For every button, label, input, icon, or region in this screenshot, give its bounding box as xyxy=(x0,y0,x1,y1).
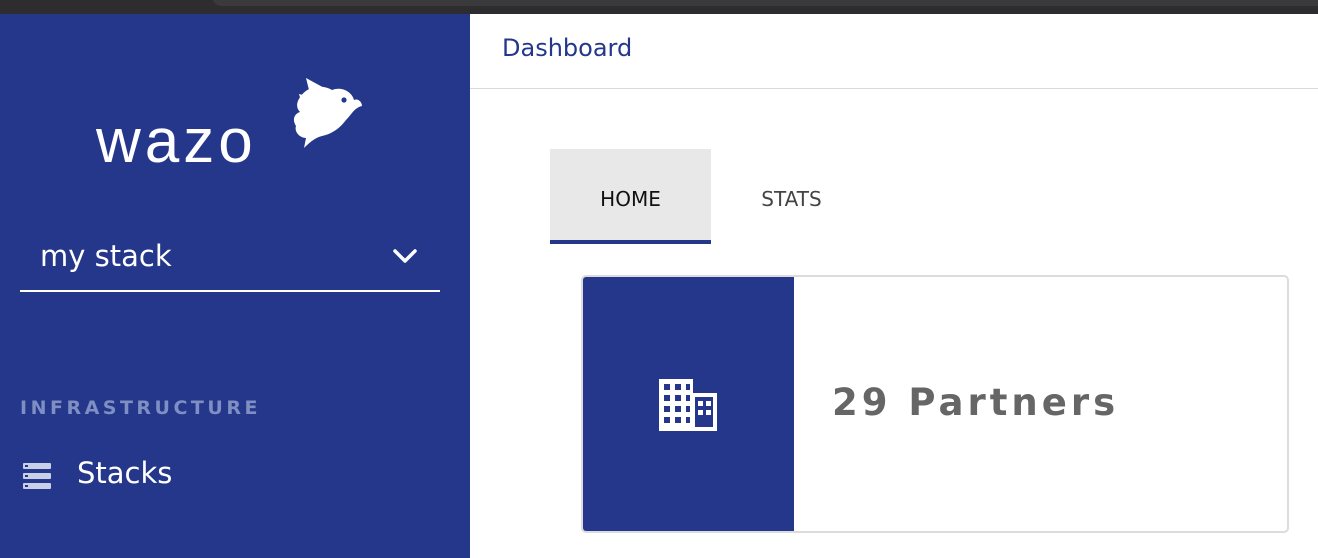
wazo-logo: wazo xyxy=(96,78,362,168)
page-title: Dashboard xyxy=(502,34,633,62)
browser-top-strip xyxy=(0,0,1318,14)
svg-text:wazo: wazo xyxy=(96,107,257,168)
tab-home-label: HOME xyxy=(600,187,661,211)
section-label-infrastructure: INFRASTRUCTURE xyxy=(20,397,261,419)
page-header: Dashboard xyxy=(470,14,1318,89)
stack-selector-value: my stack xyxy=(40,239,172,273)
card-icon-panel xyxy=(583,277,794,531)
sidebar: wazo my stack INFRASTRUCTURE Stacks xyxy=(0,14,470,558)
stack-selector[interactable]: my stack xyxy=(20,234,440,292)
chevron-down-icon xyxy=(393,249,417,263)
sidebar-item-stacks[interactable]: Stacks xyxy=(0,450,470,500)
partners-card[interactable]: 29 Partners xyxy=(581,275,1289,533)
server-list-icon xyxy=(23,463,51,489)
main-content: Dashboard HOME STATS 29 Partners xyxy=(470,14,1318,558)
building-icon xyxy=(659,379,717,431)
tab-home[interactable]: HOME xyxy=(550,149,711,244)
tab-stats-label: STATS xyxy=(761,187,822,211)
bird-icon xyxy=(293,78,362,148)
sidebar-item-label: Stacks xyxy=(77,456,173,490)
browser-address-bar xyxy=(212,0,1318,6)
tab-stats[interactable]: STATS xyxy=(711,149,872,244)
partners-count-text: 29 Partners xyxy=(832,381,1120,424)
